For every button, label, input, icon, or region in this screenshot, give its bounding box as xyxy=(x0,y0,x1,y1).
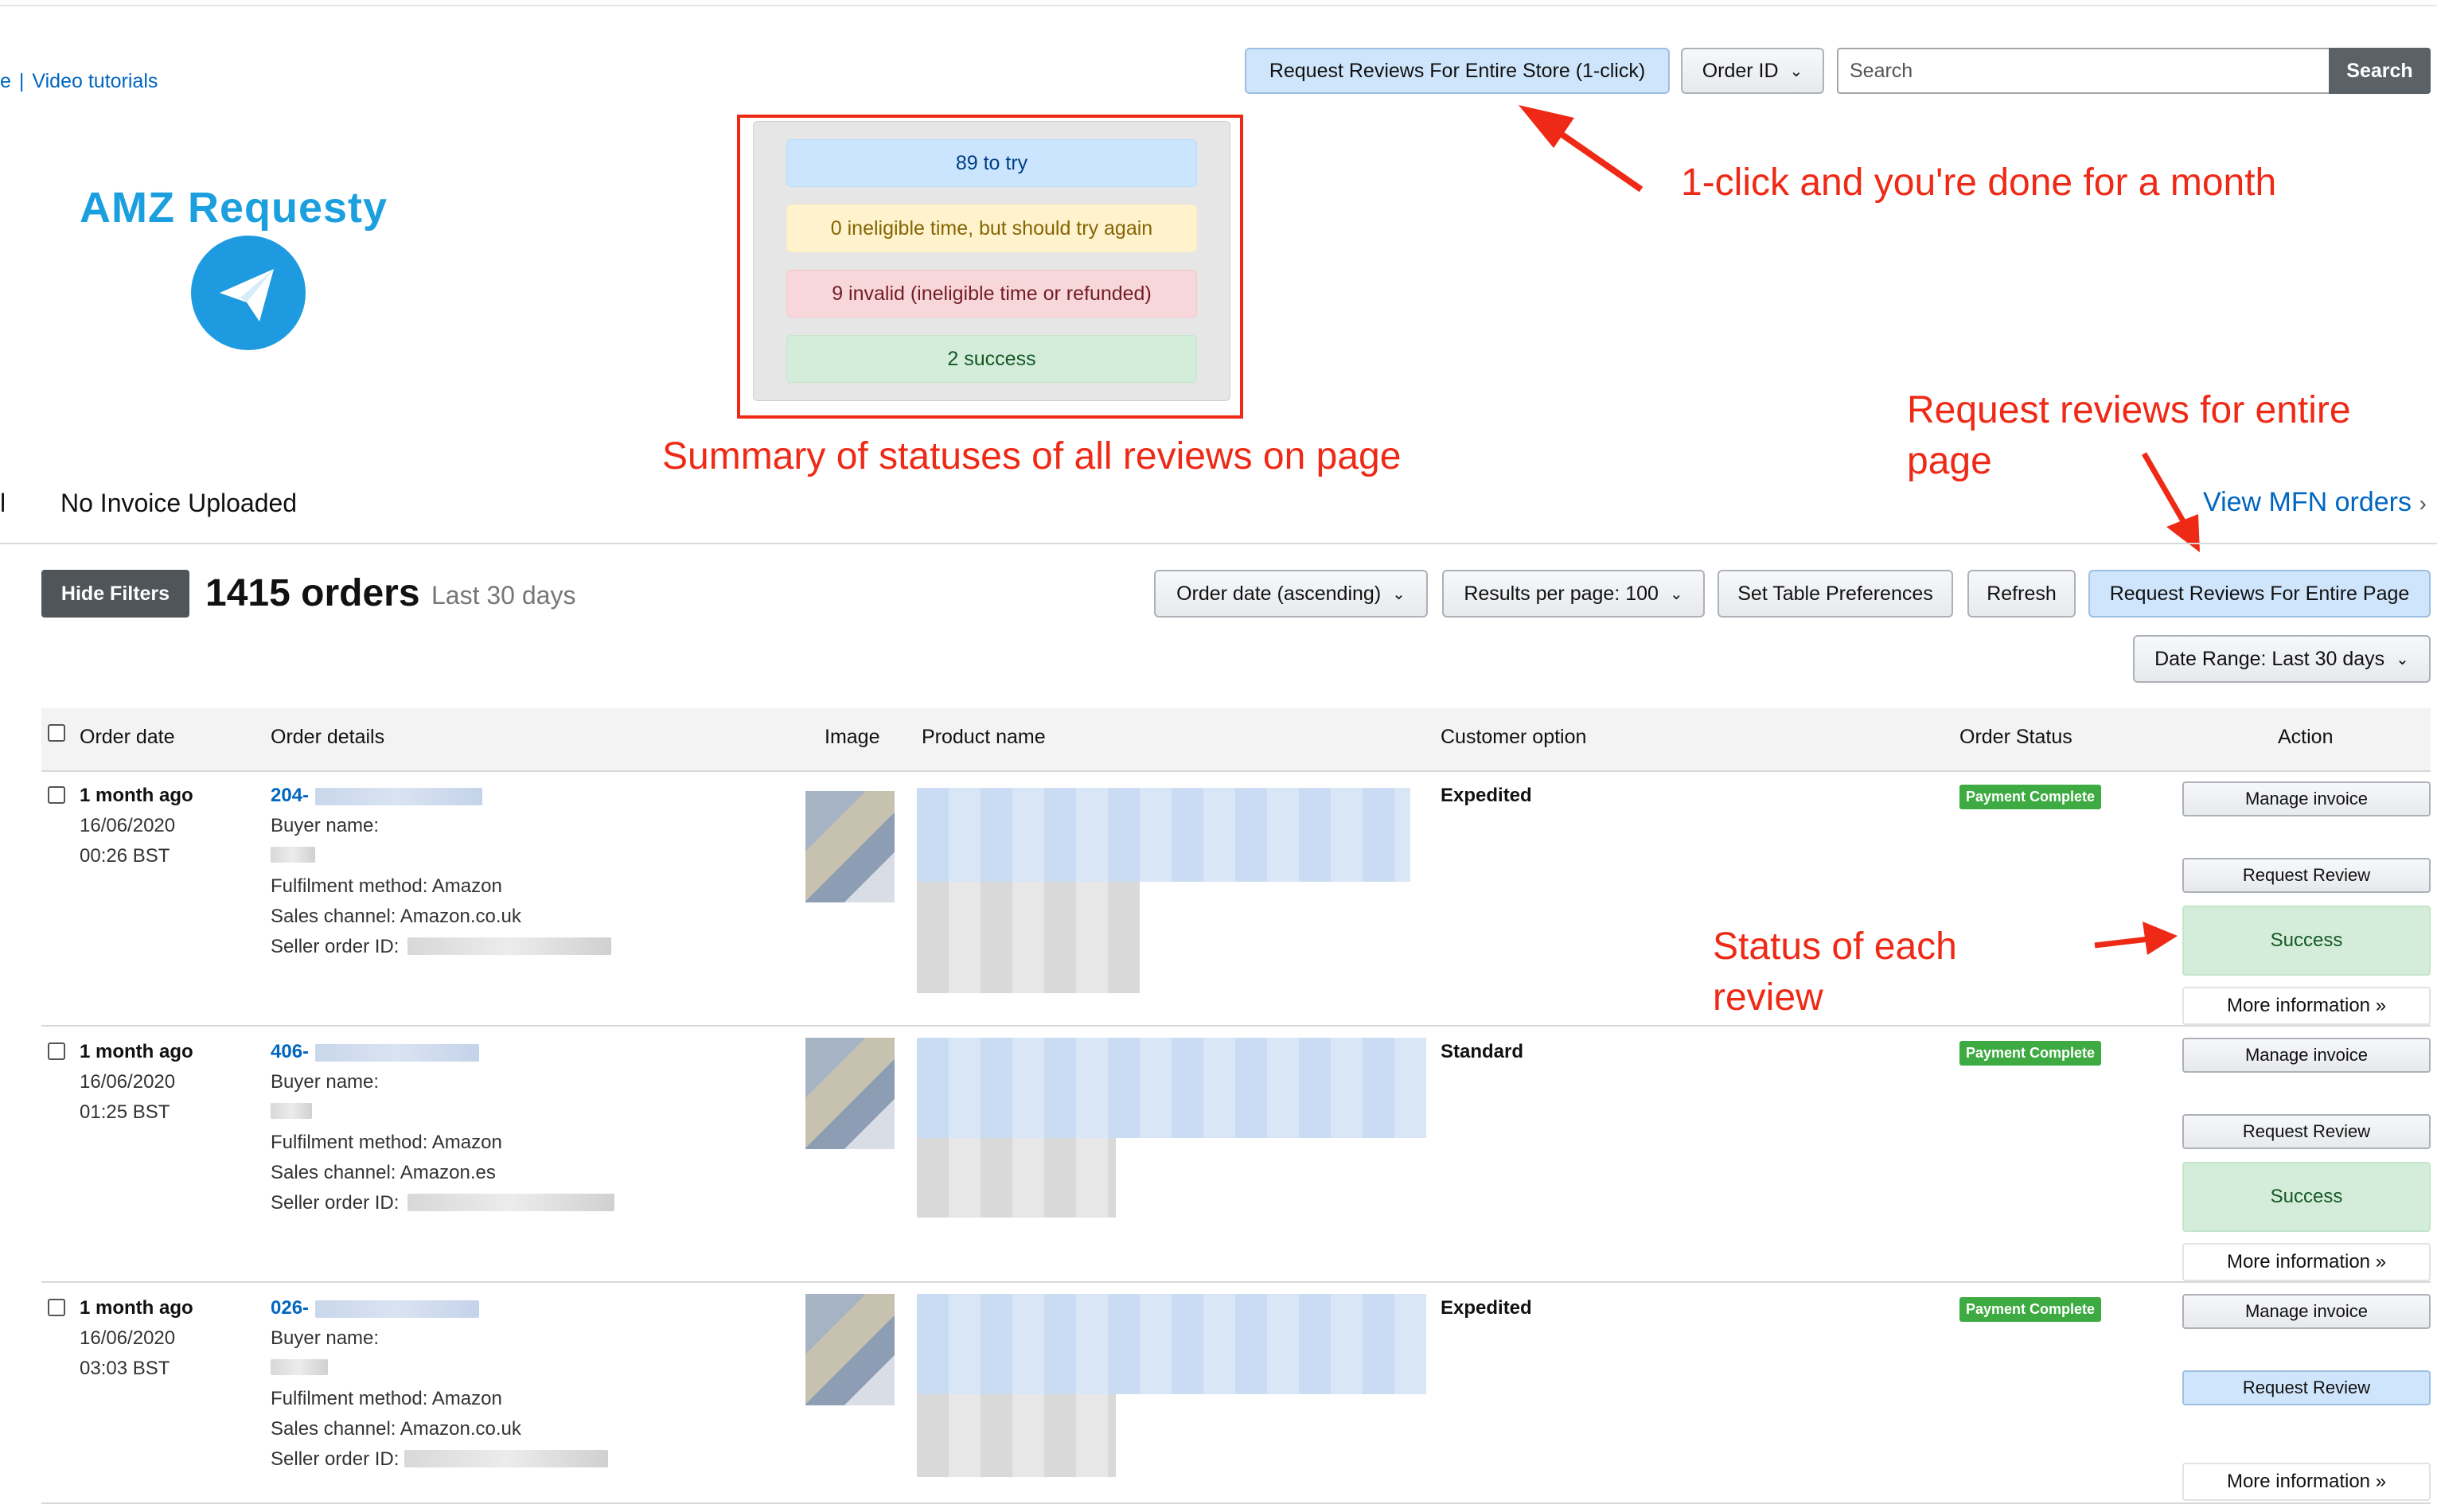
order-time: 03:03 BST xyxy=(80,1358,170,1379)
redacted-seller-order-id xyxy=(407,1194,614,1211)
review-status-success: Success xyxy=(2182,1162,2431,1232)
orders-count: 1415 orders xyxy=(205,572,420,614)
section-divider xyxy=(0,543,2437,544)
redacted-product-details xyxy=(917,1394,1116,1477)
filter-fragment: l xyxy=(0,489,6,517)
buyer-name-label: Buyer name: xyxy=(271,1327,380,1349)
request-review-button[interactable]: Request Review xyxy=(2182,1370,2431,1405)
fulfilment-method: Fulfilment method: Amazon xyxy=(271,875,502,897)
status-badge: Payment Complete xyxy=(1959,1297,2102,1322)
orders-period: Last 30 days xyxy=(431,581,576,610)
buyer-name-label: Buyer name: xyxy=(271,1071,380,1093)
redacted-buyer-name xyxy=(271,847,315,863)
column-customer-option: Customer option xyxy=(1441,726,1587,748)
redacted-product-name xyxy=(917,1294,1426,1394)
sort-dropdown[interactable]: Order date (ascending) ⌄ xyxy=(1154,570,1428,618)
sales-channel: Sales channel: Amazon.es xyxy=(271,1162,496,1183)
sort-dropdown-label: Order date (ascending) xyxy=(1176,582,1382,605)
row-checkbox[interactable] xyxy=(48,1042,65,1060)
manage-invoice-button[interactable]: Manage invoice xyxy=(2182,781,2431,816)
more-information-button[interactable]: More information » xyxy=(2182,1243,2431,1281)
row-divider xyxy=(41,1281,2431,1283)
fulfilment-method: Fulfilment method: Amazon xyxy=(271,1388,502,1409)
refresh-button[interactable]: Refresh xyxy=(1967,570,2076,618)
sales-channel: Sales channel: Amazon.co.uk xyxy=(271,906,521,927)
order-time: 01:25 BST xyxy=(80,1101,170,1123)
redacted-buyer-name xyxy=(271,1103,312,1119)
customer-option: Expedited xyxy=(1441,1297,1532,1319)
results-per-page-label: Results per page: 100 xyxy=(1464,582,1659,605)
row-checkbox[interactable] xyxy=(48,786,65,804)
column-product-name: Product name xyxy=(922,726,1046,748)
hide-filters-button[interactable]: Hide Filters xyxy=(41,570,189,618)
table-preferences-button[interactable]: Set Table Preferences xyxy=(1718,570,1953,618)
column-action: Action xyxy=(2278,726,2334,748)
redacted-seller-order-id xyxy=(407,937,611,955)
select-all-checkbox[interactable] xyxy=(48,724,65,742)
request-reviews-page-button[interactable]: Request Reviews For Entire Page xyxy=(2088,570,2431,618)
seller-order-id-label: Seller order ID: xyxy=(271,936,400,957)
row-divider xyxy=(41,1025,2431,1027)
chevron-right-icon: › xyxy=(2419,491,2427,516)
results-per-page-dropdown[interactable]: Results per page: 100 ⌄ xyxy=(1442,570,1705,618)
customer-option: Standard xyxy=(1441,1041,1524,1062)
chevron-down-icon: ⌄ xyxy=(2396,650,2409,668)
order-time: 00:26 BST xyxy=(80,845,170,867)
manage-invoice-button[interactable]: Manage invoice xyxy=(2182,1038,2431,1073)
column-image: Image xyxy=(825,726,880,748)
review-status-success: Success xyxy=(2182,906,2431,976)
column-order-date[interactable]: Order date xyxy=(80,726,175,749)
status-badge: Payment Complete xyxy=(1959,785,2102,809)
order-id-link[interactable]: 026- xyxy=(271,1297,309,1319)
date-range-dropdown[interactable]: Date Range: Last 30 days ⌄ xyxy=(2133,635,2431,683)
order-id-link[interactable]: 406- xyxy=(271,1041,309,1063)
row-checkbox[interactable] xyxy=(48,1299,65,1316)
view-mfn-orders-link[interactable]: View MFN orders › xyxy=(2203,487,2427,518)
redacted-seller-order-id xyxy=(404,1450,608,1467)
date-range-label: Date Range: Last 30 days xyxy=(2154,647,2385,670)
seller-order-id-label: Seller order ID: xyxy=(271,1192,400,1214)
redacted-order-id xyxy=(315,1044,479,1062)
fulfilment-method: Fulfilment method: Amazon xyxy=(271,1132,502,1153)
product-image[interactable] xyxy=(805,1038,895,1149)
order-date: 16/06/2020 xyxy=(80,1327,176,1349)
request-review-button[interactable]: Request Review xyxy=(2182,858,2431,893)
redacted-product-name xyxy=(917,1038,1426,1138)
seller-order-id-label: Seller order ID: xyxy=(271,1448,400,1470)
redacted-product-details xyxy=(917,1138,1116,1218)
order-id-link[interactable]: 204- xyxy=(271,785,309,807)
product-image[interactable] xyxy=(805,1294,895,1405)
order-date: 16/06/2020 xyxy=(80,815,176,836)
row-divider xyxy=(41,1502,2431,1504)
customer-option: Expedited xyxy=(1441,785,1532,806)
manage-invoice-button[interactable]: Manage invoice xyxy=(2182,1294,2431,1329)
annotation-summary: Summary of statuses of all reviews on pa… xyxy=(662,435,1402,477)
buyer-name-label: Buyer name: xyxy=(271,815,380,836)
more-information-button[interactable]: More information » xyxy=(2182,987,2431,1025)
redacted-order-id xyxy=(315,788,482,805)
redacted-order-id xyxy=(315,1300,479,1318)
annotation-entire-page: Request reviews for entire page xyxy=(1907,389,2351,482)
request-review-button[interactable]: Request Review xyxy=(2182,1114,2431,1149)
chevron-down-icon: ⌄ xyxy=(1392,585,1406,603)
product-image[interactable] xyxy=(805,791,895,902)
redacted-buyer-name xyxy=(271,1359,328,1375)
status-badge: Payment Complete xyxy=(1959,1041,2102,1066)
annotation-status-each: Status of each review xyxy=(1713,926,1957,1019)
chevron-down-icon: ⌄ xyxy=(1669,585,1683,603)
order-date: 16/06/2020 xyxy=(80,1071,176,1093)
redacted-product-name xyxy=(917,788,1410,882)
sales-channel: Sales channel: Amazon.co.uk xyxy=(271,1418,521,1440)
relative-date: 1 month ago xyxy=(80,1297,193,1319)
annotation-one-click: 1-click and you're done for a month xyxy=(1681,162,2277,204)
column-order-details: Order details xyxy=(271,726,385,748)
relative-date: 1 month ago xyxy=(80,1041,193,1062)
relative-date: 1 month ago xyxy=(80,785,193,806)
view-mfn-orders-label: View MFN orders xyxy=(2203,487,2412,517)
invoice-filter-label[interactable]: No Invoice Uploaded xyxy=(60,489,297,518)
redacted-product-details xyxy=(917,882,1140,993)
column-order-status: Order Status xyxy=(1959,726,2072,748)
more-information-button[interactable]: More information » xyxy=(2182,1463,2431,1501)
